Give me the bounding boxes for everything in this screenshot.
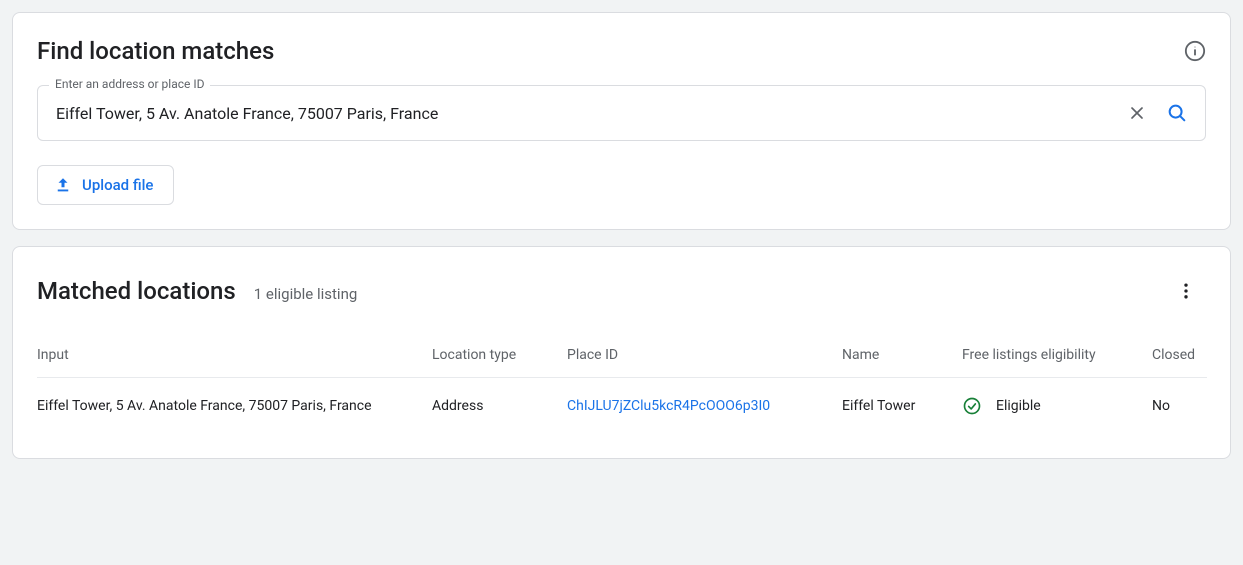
col-eligibility: Free listings eligibility [962, 335, 1152, 378]
search-input[interactable] [54, 103, 1117, 124]
cell-name: Eiffel Tower [842, 378, 962, 435]
check-circle-icon [962, 396, 982, 416]
upload-icon [54, 176, 72, 194]
close-icon [1127, 103, 1147, 123]
matched-title: Matched locations [37, 277, 236, 305]
table-header-row: Input Location type Place ID Name Free l… [37, 335, 1207, 378]
cell-eligibility: Eligible [962, 396, 1140, 416]
matched-locations-card: Matched locations 1 eligible listing Inp… [12, 246, 1231, 459]
upload-file-button[interactable]: Upload file [37, 165, 174, 205]
col-closed: Closed [1152, 335, 1207, 378]
search-button[interactable] [1157, 93, 1197, 133]
col-location-type: Location type [432, 335, 567, 378]
cell-input: Eiffel Tower, 5 Av. Anatole France, 7500… [37, 378, 432, 435]
col-name: Name [842, 335, 962, 378]
matched-table: Input Location type Place ID Name Free l… [37, 335, 1207, 434]
col-input: Input [37, 335, 432, 378]
matched-header: Matched locations 1 eligible listing [37, 271, 1206, 311]
find-location-card: Find location matches Enter an address o… [12, 12, 1231, 230]
search-field-row [37, 85, 1206, 141]
cell-location-type: Address [432, 378, 567, 435]
matched-subtitle: 1 eligible listing [254, 285, 358, 303]
find-card-header: Find location matches [37, 37, 1206, 65]
find-title: Find location matches [37, 37, 274, 65]
upload-label: Upload file [82, 176, 153, 194]
search-field-label: Enter an address or place ID [49, 77, 210, 91]
eligibility-text: Eligible [996, 398, 1041, 414]
col-place-id: Place ID [567, 335, 842, 378]
more-vert-icon [1176, 281, 1196, 301]
info-icon[interactable] [1184, 40, 1206, 62]
cell-closed: No [1152, 378, 1207, 435]
clear-button[interactable] [1117, 93, 1157, 133]
search-field: Enter an address or place ID [37, 85, 1206, 141]
place-id-link[interactable]: ChIJLU7jZClu5kcR4PcOOO6p3I0 [567, 398, 770, 414]
more-options-button[interactable] [1166, 271, 1206, 311]
search-icon [1166, 102, 1188, 124]
table-row: Eiffel Tower, 5 Av. Anatole France, 7500… [37, 378, 1207, 435]
matched-title-wrap: Matched locations 1 eligible listing [37, 277, 357, 305]
